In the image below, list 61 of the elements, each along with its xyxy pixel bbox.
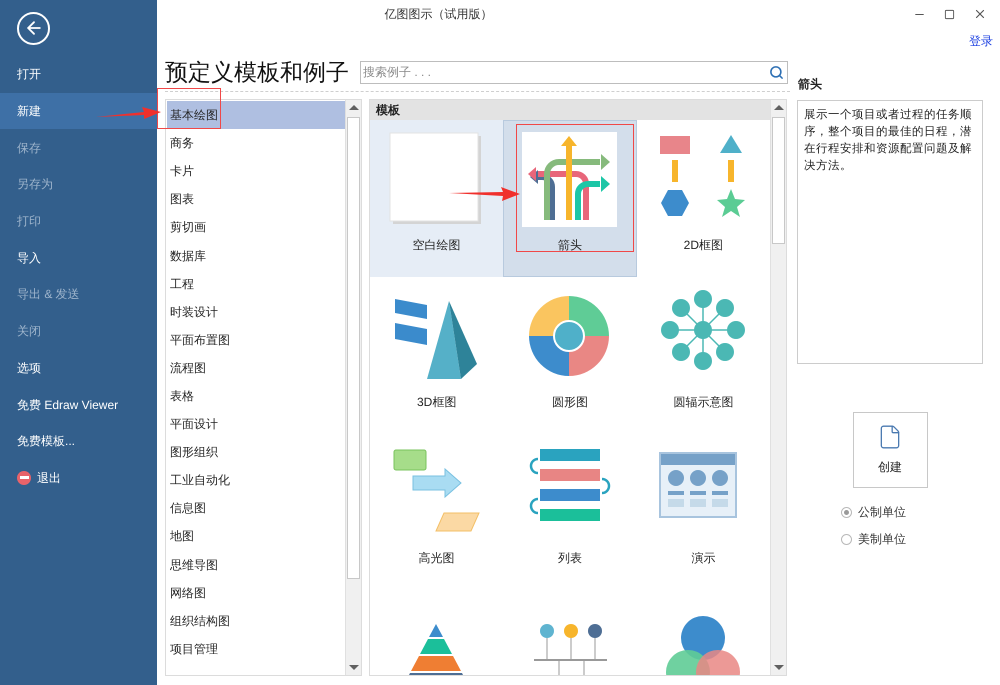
template-tile[interactable]: 箭头 [503,120,637,276]
category-item[interactable]: 表格 [167,382,345,410]
category-item[interactable]: 工业自动化 [167,466,345,494]
template-tile[interactable]: 高光图 [370,433,504,590]
sidebar-item[interactable]: 打开 [0,56,157,93]
scrollbar[interactable] [770,100,786,675]
page-heading: 预定义模板和例子 [165,58,350,87]
category-item[interactable]: 网络图 [167,578,345,607]
description-text: 展示一个项目或者过程的任务顺序，整个项目的最佳的日程，潜在行程安排和资源配置问题及解决方法。 [804,108,973,174]
category-item[interactable]: 卡片 [167,157,345,186]
search-icon[interactable] [769,64,784,80]
sidebar-item[interactable]: 退出 [0,460,157,496]
scroll-down-icon[interactable] [349,665,359,670]
template-tile[interactable]: 空白绘图 [370,120,504,276]
exit-icon [17,470,31,485]
template-tile[interactable]: 圆形图 [503,276,637,433]
template-tile[interactable]: 列表 [503,433,637,590]
category-item[interactable]: 流程图 [167,354,345,382]
category-item[interactable]: 平面设计 [167,410,345,438]
category-item[interactable]: 商务 [167,129,345,158]
template-tile[interactable]: 圆辐示意图 [636,276,770,433]
sidebar-item[interactable]: 新建 [0,92,157,130]
scroll-down-icon[interactable] [774,665,784,670]
window-title: 亿图图示（试用版） [384,6,492,23]
category-item[interactable]: 数据库 [167,241,345,270]
category-item[interactable]: 平面布置图 [167,326,345,354]
category-item[interactable]: 思维导图 [167,550,345,579]
category-item[interactable]: 图形组织 [167,438,345,466]
category-item[interactable]: 项目管理 [167,634,345,663]
category-item[interactable]: 工程 [167,270,345,298]
category-item[interactable]: 剪切画 [167,213,345,242]
category-item[interactable]: 基本绘图 [167,101,345,130]
sidebar-item[interactable]: 选项 [0,350,157,386]
template-title: 箭头 [797,76,823,93]
sidebar-item[interactable]: 免费模板... [0,422,157,460]
maximize-icon[interactable] [944,8,955,20]
category-item[interactable]: 组织结构图 [167,606,345,635]
scroll-thumb[interactable] [347,117,360,579]
annotation-arrow [96,104,162,120]
section-header: 模板 [370,100,770,120]
scrollbar[interactable] [345,100,361,675]
login-link[interactable]: 登录 [969,32,993,50]
category-item[interactable]: 时装设计 [167,298,345,326]
scroll-thumb[interactable] [772,117,785,244]
sidebar-item[interactable]: 免费 Edraw Viewer [0,386,157,423]
scroll-up-icon[interactable] [349,105,359,110]
template-tile[interactable]: 3D框图 [370,276,504,433]
template-tile[interactable]: 演示 [636,433,770,590]
scroll-up-icon[interactable] [774,105,784,110]
create-button[interactable]: 创建 [852,412,928,488]
annotation-frame [157,88,221,129]
back-button[interactable] [17,12,50,44]
sidebar-item[interactable]: 导入 [0,239,157,276]
search-field[interactable]: 搜索例子 . . . [360,60,788,84]
unit-radio[interactable]: 公制单位 [841,503,983,521]
category-item[interactable]: 信息图 [167,494,345,522]
close-icon[interactable] [973,7,987,21]
unit-radio[interactable]: 美制单位 [841,530,983,548]
category-item[interactable]: 图表 [167,185,345,214]
template-tile[interactable]: 2D框图 [636,120,770,276]
category-item[interactable]: 地图 [167,522,345,550]
